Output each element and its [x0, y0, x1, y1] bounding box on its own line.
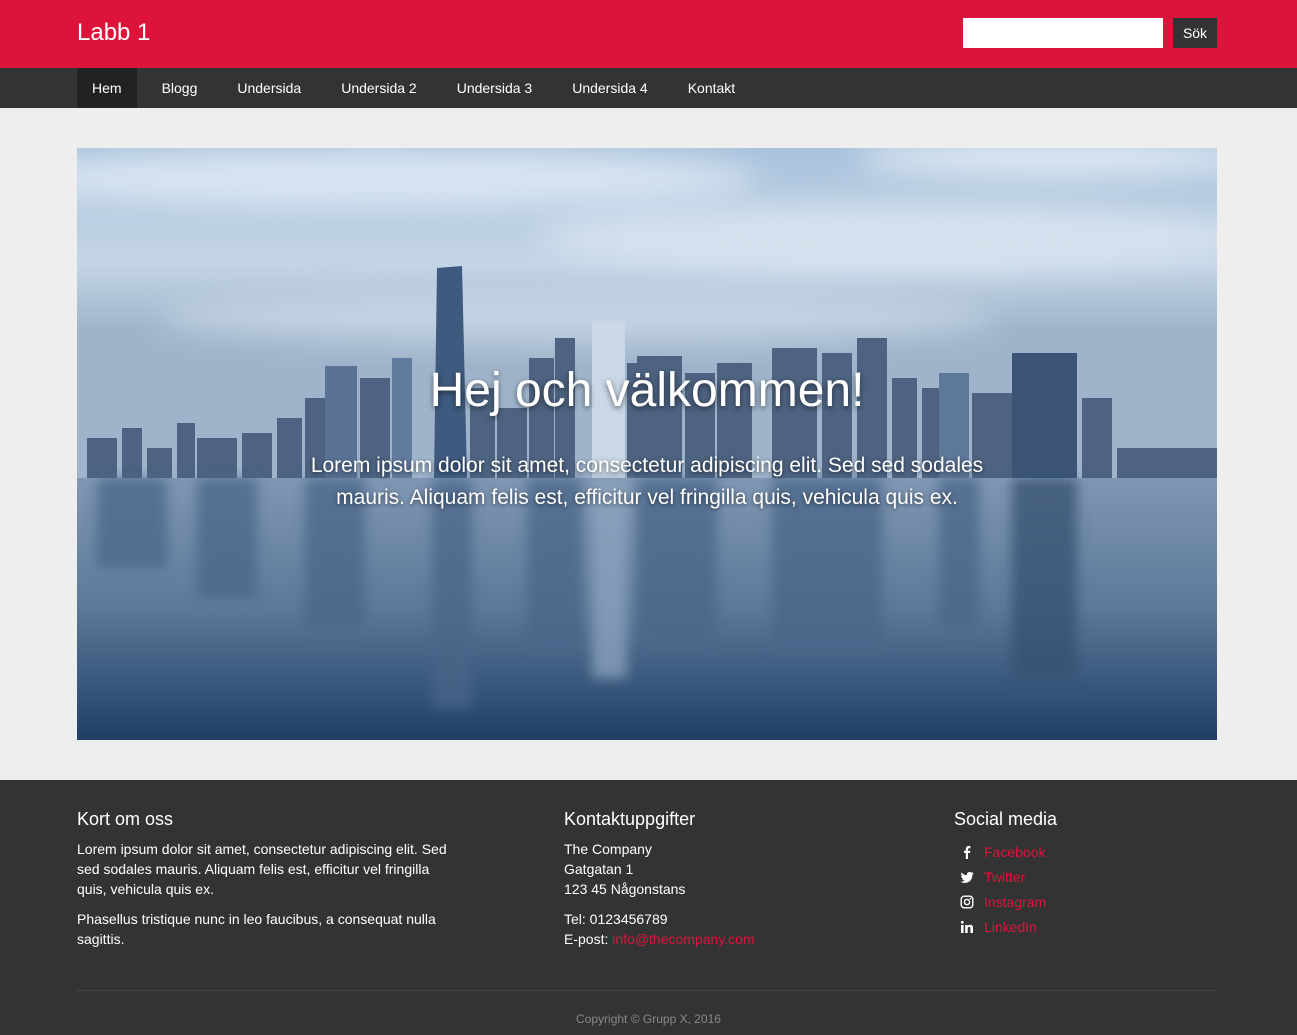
social-heading: Social media [954, 809, 1058, 829]
linkedin-link[interactable]: LinkedIn [984, 919, 1037, 935]
nav-list: Hem Blogg Undersida Undersida 2 Undersid… [77, 68, 760, 108]
nav-item-undersida-3[interactable]: Undersida 3 [442, 68, 548, 108]
footer-contact: Kontaktuppgifter The Company Gatgatan 1 … [564, 808, 884, 959]
footer-about: Kort om oss Lorem ipsum dolor sit amet, … [77, 808, 457, 959]
nav-item-undersida-2[interactable]: Undersida 2 [326, 68, 432, 108]
contact-email-link[interactable]: info@thecompany.com [612, 931, 754, 947]
linkedin-icon [956, 919, 978, 935]
about-paragraph-1: Lorem ipsum dolor sit amet, consectetur … [77, 841, 447, 897]
social-item-facebook: Facebook [954, 839, 1217, 864]
nav-item-kontakt[interactable]: Kontakt [673, 68, 750, 108]
site-footer: Kort om oss Lorem ipsum dolor sit amet, … [0, 780, 1297, 1035]
social-item-twitter: Twitter [954, 864, 1217, 889]
site-header: Labb 1 Sök [0, 0, 1297, 68]
twitter-icon [956, 869, 978, 885]
nav-item-blogg[interactable]: Blogg [147, 68, 213, 108]
search-input[interactable] [963, 18, 1163, 48]
about-paragraph-2: Phasellus tristique nunc in leo faucibus… [77, 911, 436, 947]
contact-email-label: E-post: [564, 931, 609, 947]
social-item-instagram: Instagram [954, 889, 1217, 914]
city-skyline-image [77, 148, 1217, 740]
footer-social: Social media Facebook Twitter Instagram … [954, 808, 1217, 939]
contact-address: The Company Gatgatan 1 123 45 Någonstans [564, 839, 884, 899]
nav-item-undersida-4[interactable]: Undersida 4 [557, 68, 663, 108]
facebook-icon [956, 844, 978, 860]
contact-heading: Kontaktuppgifter [564, 809, 696, 829]
hero-text: Lorem ipsum dolor sit amet, consectetur … [310, 454, 984, 509]
contact-street: Gatgatan 1 [564, 861, 634, 877]
main-nav: Hem Blogg Undersida Undersida 2 Undersid… [0, 68, 1297, 108]
instagram-link[interactable]: Instagram [984, 894, 1046, 910]
hero-title: Hej och välkommen! [429, 364, 865, 417]
site-brand[interactable]: Labb 1 [77, 19, 150, 47]
nav-item-undersida[interactable]: Undersida [222, 68, 316, 108]
twitter-link[interactable]: Twitter [984, 869, 1025, 885]
contact-phone: Tel: 0123456789 [564, 911, 668, 927]
footer-divider [77, 990, 1217, 991]
about-heading: Kort om oss [77, 809, 174, 829]
contact-city: 123 45 Någonstans [564, 881, 686, 897]
copyright-text: Copyright © Grupp X, 2016 [576, 1012, 721, 1026]
hero-banner: Hej och välkommen! Lorem ipsum dolor sit… [77, 148, 1217, 740]
instagram-icon [956, 894, 978, 910]
contact-company: The Company [564, 841, 652, 857]
nav-item-hem[interactable]: Hem [77, 68, 137, 108]
search-button[interactable]: Sök [1173, 18, 1217, 48]
social-item-linkedin: LinkedIn [954, 914, 1217, 939]
facebook-link[interactable]: Facebook [984, 844, 1045, 860]
contact-details: Tel: 0123456789 E-post: info@thecompany.… [564, 909, 884, 949]
